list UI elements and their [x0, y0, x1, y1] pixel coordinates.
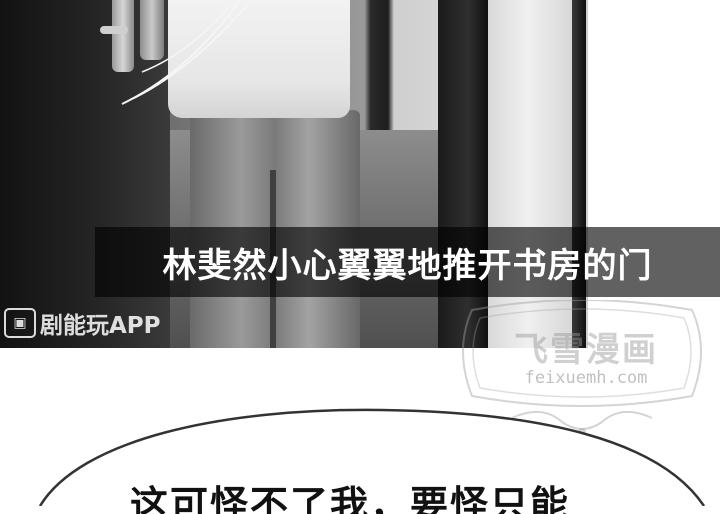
- app-watermark: ▣ 剧能玩APP: [4, 306, 161, 340]
- app-watermark-label: 剧能玩APP: [40, 313, 161, 339]
- motion-lines: [121, 0, 249, 105]
- caption-banner: 林斐然小心翼翼地推开书房的门: [95, 227, 720, 297]
- caption-text: 林斐然小心翼翼地推开书房的门: [162, 245, 653, 286]
- watermark-title: 飞雪漫画: [514, 330, 658, 370]
- app-logo-icon: ▣: [4, 308, 36, 338]
- speech-bubble-text: 这可怪不了我，要怪只能: [130, 483, 571, 514]
